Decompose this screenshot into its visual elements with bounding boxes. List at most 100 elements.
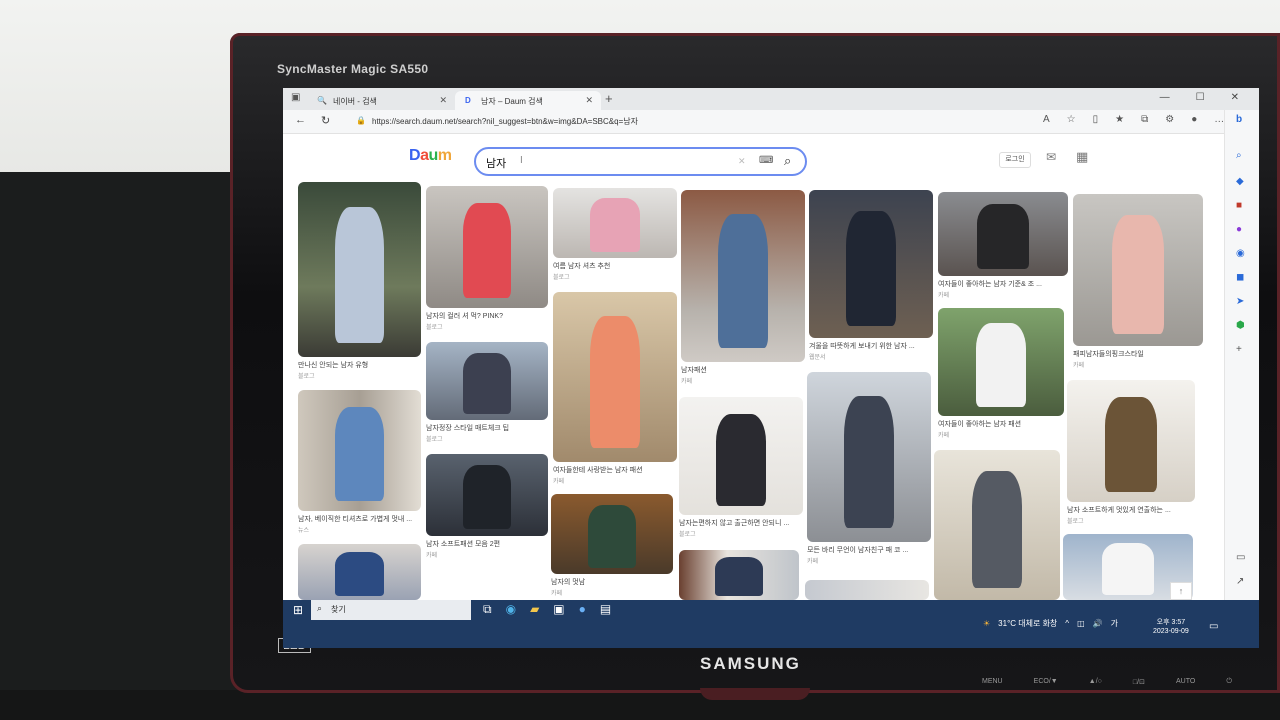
result-caption[interactable]: 남자 소프트하게 멋있게 연출하는 ... [1067,506,1171,515]
result-image[interactable] [809,190,933,338]
mail-icon[interactable]: ✉ [1046,150,1056,164]
tab-daum[interactable]: D 남자 – Daum 검색 ✕ [455,91,601,110]
monitor-button-menu[interactable]: MENU [982,678,1003,686]
result-caption[interactable]: 남자, 베이직한 티셔츠로 가볍게 멋내 ... [298,515,412,524]
result-image[interactable] [553,292,677,462]
bing-icon[interactable]: b [1236,114,1242,125]
daum-logo[interactable]: Daum [409,147,452,165]
tab-close-icon[interactable]: ✕ [585,95,593,106]
scroll-to-top-button[interactable]: ↑ [1170,582,1192,600]
monitor-button-auto[interactable]: AUTO [1176,678,1195,686]
naver-icon: 🔍 [317,96,327,105]
result-caption[interactable]: 겨울을 따뜻하게 보내기 위한 남자 ... [809,342,915,351]
result-image[interactable] [1067,380,1195,502]
result-caption[interactable]: 여자들한테 사랑받는 남자 패션 [553,466,643,475]
result-caption[interactable]: 남자 소프트패션 모음 2편 [426,540,500,549]
tab-naver[interactable]: 🔍 네이버 - 검색 ✕ [307,91,455,110]
result-image[interactable] [426,454,548,536]
result-caption[interactable]: 여자들이 좋아하는 남자 패션 [938,420,1021,429]
result-caption[interactable]: 남자패션 [681,366,707,375]
office-icon[interactable]: ◉ [1236,248,1245,259]
result-image[interactable] [805,580,929,600]
maximize-icon[interactable]: ☐ [1196,92,1205,103]
result-image[interactable] [1073,194,1203,346]
monitor-button-power[interactable]: ⏻ [1226,678,1232,686]
drop-icon[interactable]: ⬢ [1236,320,1245,331]
weather-text[interactable]: 31°C 대체로 화창 [998,618,1057,629]
search-input[interactable]: 남자 I ✕ ⌨ ⌕ [474,147,807,176]
result-image[interactable] [298,390,421,511]
notification-icon[interactable]: ▭ [1209,621,1218,632]
result-image[interactable] [681,190,805,362]
monitor-button-up[interactable]: ▲/○ [1089,678,1102,686]
collections-icon[interactable]: ⧉ [1141,114,1148,125]
sidebar-panel-icon[interactable]: ▭ [1236,552,1245,563]
app-icon[interactable]: ▣ [553,602,564,617]
clear-icon[interactable]: ✕ [738,156,746,167]
edge-icon[interactable]: ◉ [506,602,516,617]
keyboard-icon[interactable]: ⌨ [759,155,773,166]
profile-icon[interactable]: ● [1191,114,1197,125]
games-icon[interactable]: ● [1236,224,1242,235]
result-caption[interactable]: 남자정장 스타일 매트체크 팁 [426,424,509,433]
result-caption[interactable]: 여자들이 좋아하는 남자 기준& 조 ... [938,280,1042,289]
result-image[interactable] [298,182,421,357]
tray-chevron-icon[interactable]: ^ [1065,619,1069,628]
volume-icon[interactable]: 🔊 [1093,619,1103,628]
result-caption[interactable]: 만나신 안되는 남자 유형 [298,361,368,370]
result-image[interactable] [551,494,673,574]
result-caption[interactable]: 남자의 컬러 셔 먹? PINK? [426,312,503,321]
tab-close-icon[interactable]: ✕ [439,95,447,106]
result-image[interactable] [426,342,548,420]
external-link-icon[interactable]: ↗ [1236,576,1244,587]
app-icon[interactable]: ▤ [600,602,611,617]
result-image[interactable] [679,550,799,600]
add-icon[interactable]: + [1236,344,1242,355]
result-image[interactable] [679,397,803,515]
lock-icon: 🔒 [356,116,366,125]
send-icon[interactable]: ➤ [1236,296,1244,307]
network-icon[interactable]: ◫ [1077,619,1085,628]
minimize-icon[interactable]: — [1160,92,1170,103]
result-image[interactable] [553,188,677,258]
monitor-button-source[interactable]: □/⊡ [1133,678,1145,686]
back-icon[interactable]: ← [295,114,306,126]
url-field[interactable]: 🔒 https://search.daum.net/search?nil_sug… [348,113,1058,131]
result-image[interactable] [807,372,931,542]
taskbar-search-input[interactable]: ⌕ 찾기 [311,600,471,620]
result-caption[interactable]: 패피남자들의핑크스타일 [1073,350,1144,359]
result-caption[interactable]: 남자의 멋남 [551,578,585,587]
sidebar-search-icon[interactable]: ⌕ [1236,150,1242,161]
outlook-icon[interactable]: ◼ [1236,272,1244,283]
shopping-icon[interactable]: ◆ [1236,176,1244,187]
windows-start-icon[interactable]: ⊞ [293,603,303,617]
chrome-icon[interactable]: ● [579,602,586,617]
more-icon[interactable]: … [1214,114,1224,125]
favorite-icon[interactable]: ☆ [1067,114,1076,125]
result-caption[interactable]: 남자는편하지 않고 출근하면 안되니 ... [679,519,789,528]
refresh-icon[interactable]: ↻ [321,114,330,127]
result-caption[interactable]: 모든 바리 무언이 남자친구 패 코 ... [807,546,908,555]
close-icon[interactable]: ✕ [1231,92,1239,103]
login-button[interactable]: 로그인 [999,152,1031,168]
apps-icon[interactable]: ▦ [1076,149,1088,165]
result-image[interactable] [426,186,548,308]
result-image[interactable] [934,450,1060,600]
tab-actions-icon[interactable]: ▣ [291,92,300,103]
ime-icon[interactable]: 가 [1111,618,1118,629]
taskbar-clock[interactable]: 오후 3:57 2023-09-09 [1153,618,1189,636]
split-screen-icon[interactable]: ▯ [1093,114,1099,125]
result-image[interactable] [298,544,421,600]
read-aloud-icon[interactable]: A [1043,114,1050,125]
file-explorer-icon[interactable]: ▰ [530,602,539,617]
search-icon[interactable]: ⌕ [784,153,791,169]
result-caption[interactable]: 여름 남자 셔츠 추천 [553,262,610,271]
monitor-button-eco[interactable]: ECO/▼ [1034,678,1058,686]
tools-icon[interactable]: ■ [1236,200,1242,211]
new-tab-icon[interactable]: + [605,91,613,106]
extensions-icon[interactable]: ⚙ [1165,114,1174,125]
task-view-icon[interactable]: ⧉ [483,602,492,617]
result-image[interactable] [938,308,1064,416]
favorites-icon[interactable]: ★ [1115,114,1124,125]
result-image[interactable] [938,192,1068,276]
